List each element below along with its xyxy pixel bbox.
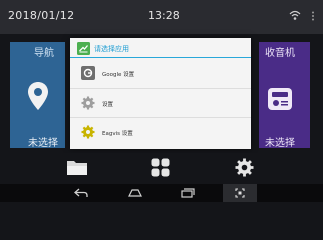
- dialog-header: 请选择应用: [70, 38, 251, 58]
- gear-icon[interactable]: [235, 158, 254, 177]
- eagvis-settings-icon: [81, 125, 95, 139]
- status-bar: 2018/01/12 13:28: [0, 0, 323, 34]
- navigation-tile-status: 未选择: [28, 138, 58, 149]
- wifi-icon: [289, 10, 301, 20]
- radio-tile-status: 未选择: [265, 138, 295, 149]
- dialog-title: 请选择应用: [94, 45, 129, 53]
- location-pin-icon: [28, 82, 48, 110]
- screenshot-button[interactable]: [223, 184, 257, 202]
- dialog-option-google-settings[interactable]: Google 设置: [70, 59, 251, 88]
- dialog-option-label: Eagvis 设置: [102, 131, 133, 137]
- navigation-tile-title: 导航: [34, 48, 54, 59]
- radio-icon: [268, 88, 292, 110]
- dock-bar: [0, 153, 323, 183]
- radio-tile[interactable]: 收音机 未选择: [259, 42, 310, 149]
- system-nav-bar: [0, 184, 323, 202]
- radio-tile-title: 收音机: [265, 48, 295, 59]
- dialog-option-label: Google 设置: [102, 72, 135, 78]
- apps-grid-icon[interactable]: [151, 158, 170, 177]
- dialog-option-settings[interactable]: 设置: [70, 88, 251, 117]
- more-options-icon[interactable]: [309, 11, 317, 21]
- navigation-tile[interactable]: 导航 未选择: [10, 42, 65, 149]
- status-time: 13:28: [148, 9, 180, 22]
- app-chooser-dialog: 请选择应用 Google 设置 设置 Eagvis 设置: [70, 38, 251, 149]
- settings-gear-icon: [81, 96, 95, 110]
- app-chooser-icon: [77, 42, 90, 55]
- recent-apps-icon[interactable]: [181, 188, 195, 198]
- home-icon[interactable]: [128, 188, 142, 198]
- dialog-option-label: 设置: [102, 102, 114, 108]
- google-settings-icon: [81, 66, 95, 80]
- screenshot-icon: [235, 188, 245, 198]
- folder-icon[interactable]: [66, 159, 88, 176]
- status-date: 2018/01/12: [8, 9, 75, 22]
- back-icon[interactable]: [74, 188, 88, 198]
- dialog-option-eagvis-settings[interactable]: Eagvis 设置: [70, 117, 251, 146]
